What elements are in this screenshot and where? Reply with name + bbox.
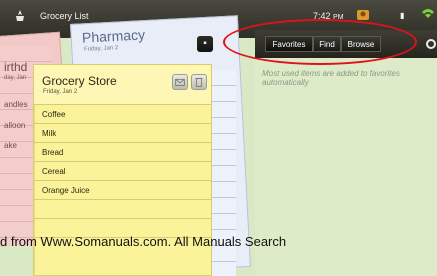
list-item[interactable]: Milk	[34, 125, 211, 143]
grocery-list-date: Friday, Jan 2	[43, 89, 78, 95]
gear-icon[interactable]	[425, 38, 437, 50]
birthday-list-date: day, Jan	[4, 75, 27, 81]
trash-icon	[195, 78, 203, 87]
list-item: ake	[4, 141, 17, 150]
watermark-text: d from Www.Somanuals.com. All Manuals Se…	[0, 234, 287, 249]
app-title: Grocery List	[40, 11, 89, 21]
favorites-hint: Most used items are added to favorites a…	[262, 69, 400, 87]
grocery-list-header: Grocery Store Friday, Jan 2	[34, 65, 211, 105]
list-item: alloon	[4, 121, 26, 130]
pharmacy-list-title: Pharmacy	[81, 26, 146, 46]
list-item: andles	[4, 100, 28, 109]
list-item[interactable]: Cereal	[34, 163, 211, 181]
grocery-app-icon	[16, 10, 24, 21]
usb-icon: ▮	[400, 11, 405, 20]
list-item[interactable]: Coffee	[34, 106, 211, 124]
list-item[interactable]: Bread	[34, 144, 211, 162]
wifi-icon	[422, 9, 434, 18]
grocery-list-title: Grocery Store	[42, 74, 117, 88]
mail-icon	[175, 78, 185, 86]
highlight-oval	[223, 19, 417, 65]
list-item[interactable]: Orange Juice	[34, 182, 211, 200]
birthday-list-title: irthd	[4, 60, 28, 74]
email-button[interactable]	[172, 74, 188, 90]
delete-button[interactable]	[191, 74, 207, 90]
list-menu-button[interactable]: ▪	[197, 36, 213, 52]
empty-row[interactable]	[34, 201, 211, 219]
